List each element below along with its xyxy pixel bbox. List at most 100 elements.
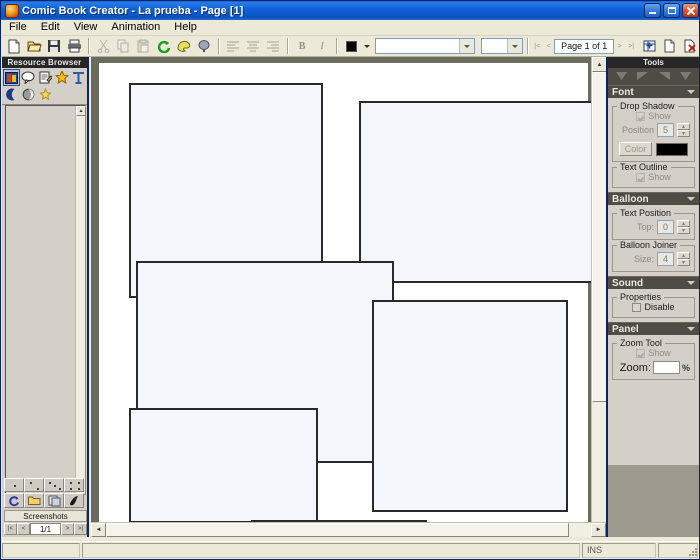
drop-shadow-color-swatch[interactable]: [656, 142, 688, 156]
resource-list-scrollbar[interactable]: ▲: [75, 106, 86, 494]
canvas-scroll-up-button[interactable]: ▲: [592, 57, 606, 72]
canvas-vertical-scrollbar[interactable]: ▲ ▼: [591, 57, 606, 537]
font-family-select[interactable]: [374, 38, 476, 54]
sound-disable-checkbox[interactable]: [632, 302, 642, 312]
align-top-icon[interactable]: [615, 71, 628, 82]
star-effect-icon[interactable]: [53, 69, 70, 86]
delete-page-icon[interactable]: [680, 37, 699, 56]
canvas-horizontal-scroll-thumb[interactable]: [106, 523, 569, 537]
stepper-up-icon[interactable]: ▲: [677, 252, 690, 259]
chevron-down-icon[interactable]: [687, 327, 695, 331]
menu-edit[interactable]: Edit: [34, 20, 67, 35]
section-header-balloon[interactable]: Balloon: [608, 192, 699, 205]
bold-button[interactable]: B: [292, 37, 312, 56]
close-button[interactable]: [682, 3, 699, 18]
refresh-library-icon[interactable]: [4, 493, 24, 508]
stamp-icon[interactable]: [194, 37, 214, 56]
resource-prev-page-button[interactable]: <: [17, 523, 30, 535]
font-color-dropdown-arrow[interactable]: [361, 37, 372, 56]
minimize-button[interactable]: [644, 3, 661, 18]
view-mode-1-button[interactable]: [4, 478, 24, 492]
section-header-sound[interactable]: Sound: [608, 276, 699, 289]
resource-next-page-button[interactable]: >: [61, 523, 74, 535]
stepper-down-icon[interactable]: ▼: [677, 227, 690, 234]
text-position-top-input[interactable]: 0: [657, 220, 674, 234]
resource-list[interactable]: ▲: [5, 105, 86, 495]
comic-page[interactable]: [99, 63, 597, 537]
zoom-show-checkbox[interactable]: [636, 348, 646, 358]
moon-icon[interactable]: [3, 86, 20, 103]
menu-file[interactable]: File: [2, 20, 34, 35]
align-left-icon[interactable]: [636, 71, 649, 82]
delete-item-icon[interactable]: [64, 493, 84, 508]
open-document-icon[interactable]: [24, 37, 44, 56]
resource-last-page-button[interactable]: >|: [74, 523, 87, 535]
canvas-scroll-left-button[interactable]: ◄: [91, 523, 106, 537]
canvas-vertical-scroll-thumb[interactable]: [592, 72, 606, 402]
text-outline-show-checkbox[interactable]: [636, 172, 646, 182]
drop-shadow-position-input[interactable]: 5: [657, 123, 674, 137]
align-right-icon[interactable]: [263, 37, 283, 56]
open-folder-icon[interactable]: [24, 493, 44, 508]
comic-panel-2[interactable]: [359, 101, 597, 283]
prev-page-button[interactable]: <: [543, 39, 554, 54]
new-document-icon[interactable]: [4, 37, 24, 56]
chevron-down-icon[interactable]: [687, 281, 695, 285]
palette-icon[interactable]: [174, 37, 194, 56]
comic-panel-4[interactable]: [372, 300, 568, 512]
align-right-icon[interactable]: [658, 71, 671, 82]
text-position-top-stepper[interactable]: ▲ ▼: [677, 220, 690, 234]
font-size-select[interactable]: [481, 38, 523, 54]
drop-shadow-color-button[interactable]: Color: [619, 142, 652, 156]
italic-button[interactable]: I: [312, 37, 332, 56]
section-header-panel[interactable]: Panel: [608, 322, 699, 335]
properties-icon[interactable]: [44, 493, 64, 508]
stepper-down-icon[interactable]: ▼: [677, 259, 690, 266]
refresh-icon[interactable]: [154, 37, 174, 56]
drop-shadow-position-stepper[interactable]: ▲ ▼: [677, 123, 690, 137]
cut-icon[interactable]: [93, 37, 113, 56]
view-mode-2-button[interactable]: [24, 478, 44, 492]
caption-box-icon[interactable]: [37, 69, 54, 86]
align-left-icon[interactable]: [223, 37, 243, 56]
speech-balloon-icon[interactable]: [20, 69, 37, 86]
sphere-icon[interactable]: [20, 86, 37, 103]
last-page-button[interactable]: >|: [625, 39, 636, 54]
first-page-button[interactable]: |<: [532, 39, 543, 54]
comic-panel-5[interactable]: [129, 408, 318, 523]
align-bottom-icon[interactable]: [679, 71, 692, 82]
panel-picture-icon[interactable]: [3, 69, 20, 86]
resource-first-page-button[interactable]: |<: [4, 523, 17, 535]
menu-view[interactable]: View: [67, 20, 105, 35]
add-page-icon[interactable]: [640, 37, 660, 56]
sparkle-icon[interactable]: [37, 86, 54, 103]
comic-page-canvas[interactable]: ▲ ▼: [91, 57, 606, 537]
chevron-down-icon[interactable]: [459, 39, 475, 53]
resource-scroll-up-button[interactable]: ▲: [76, 106, 86, 116]
stepper-down-icon[interactable]: ▼: [677, 130, 690, 137]
stepper-up-icon[interactable]: ▲: [677, 220, 690, 227]
section-header-font[interactable]: Font: [608, 85, 699, 98]
stepper-up-icon[interactable]: ▲: [677, 123, 690, 130]
font-color-swatch[interactable]: [341, 37, 361, 56]
paste-icon[interactable]: [134, 37, 154, 56]
balloon-joiner-size-input[interactable]: 4: [657, 252, 674, 266]
copy-icon[interactable]: [113, 37, 133, 56]
next-page-button[interactable]: >: [614, 39, 625, 54]
canvas-scroll-right-button[interactable]: ►: [591, 523, 606, 537]
new-page-icon[interactable]: [660, 37, 680, 56]
chevron-down-icon[interactable]: [506, 39, 522, 53]
zoom-input[interactable]: [652, 361, 680, 374]
drop-shadow-show-checkbox[interactable]: [636, 111, 646, 121]
resize-grip[interactable]: [685, 544, 698, 557]
view-mode-4-button[interactable]: [64, 478, 84, 492]
view-mode-3-button[interactable]: [44, 478, 64, 492]
align-center-icon[interactable]: [243, 37, 263, 56]
chevron-down-icon[interactable]: [687, 197, 695, 201]
save-document-icon[interactable]: [44, 37, 64, 56]
menu-animation[interactable]: Animation: [104, 20, 167, 35]
chevron-down-icon[interactable]: [687, 90, 695, 94]
maximize-button[interactable]: [663, 3, 680, 18]
text-tool-icon[interactable]: [70, 69, 87, 86]
balloon-joiner-size-stepper[interactable]: ▲ ▼: [677, 252, 690, 266]
